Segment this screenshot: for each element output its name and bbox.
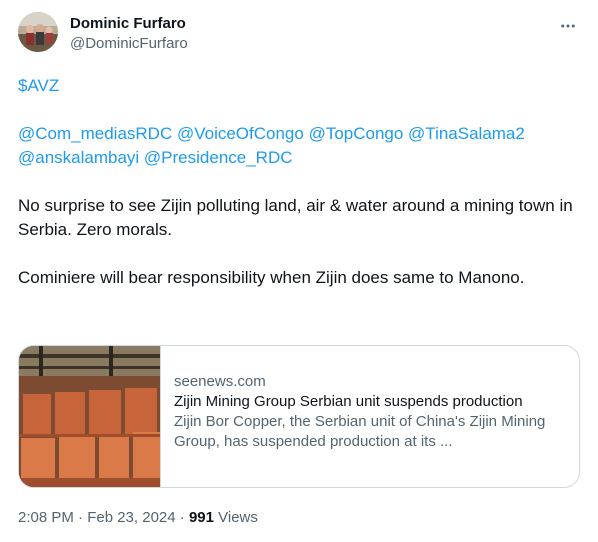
handle[interactable]: @DominicFurfaro: [70, 34, 188, 54]
avatar-photo-icon: [18, 12, 58, 52]
timestamp[interactable]: 2:08 PM · Feb 23, 2024 ·: [18, 509, 189, 526]
copper-cathodes-photo-icon: [19, 346, 160, 487]
more-button[interactable]: [556, 14, 580, 38]
card-domain: seenews.com: [174, 373, 266, 390]
views-label: Views: [213, 509, 258, 526]
tweet-meta: 2:08 PM · Feb 23, 2024 · 991 Views: [18, 508, 258, 528]
card-body: seenews.com Zijin Mining Group Serbian u…: [174, 372, 569, 452]
tweet-header: Dominic Furfaro @DominicFurfaro: [18, 12, 580, 60]
more-horizontal-icon: [561, 24, 575, 28]
link-preview-card[interactable]: seenews.com Zijin Mining Group Serbian u…: [18, 345, 580, 488]
card-description: Zijin Bor Copper, the Serbian unit of Ch…: [174, 413, 546, 450]
display-name[interactable]: Dominic Furfaro: [70, 14, 188, 34]
mentions-line-1[interactable]: @Com_mediasRDC @VoiceOfCongo @TopCongo @…: [18, 122, 580, 146]
avatar[interactable]: [18, 12, 58, 52]
tweet-text: $AVZ @Com_mediasRDC @VoiceOfCongo @TopCo…: [18, 74, 580, 290]
views-count: 991: [188, 509, 214, 526]
tweet-paragraph-1: No surprise to see Zijin polluting land,…: [18, 196, 573, 239]
mentions-line-2[interactable]: @anskalambayi @Presidence_RDC: [18, 146, 580, 170]
cashtag-link[interactable]: $AVZ: [18, 74, 580, 98]
card-title: Zijin Mining Group Serbian unit suspends…: [174, 393, 523, 410]
card-thumbnail: [19, 346, 161, 487]
tweet-paragraph-2: Cominiere will bear responsibility when …: [18, 268, 525, 287]
author-info: Dominic Furfaro @DominicFurfaro: [70, 14, 188, 54]
